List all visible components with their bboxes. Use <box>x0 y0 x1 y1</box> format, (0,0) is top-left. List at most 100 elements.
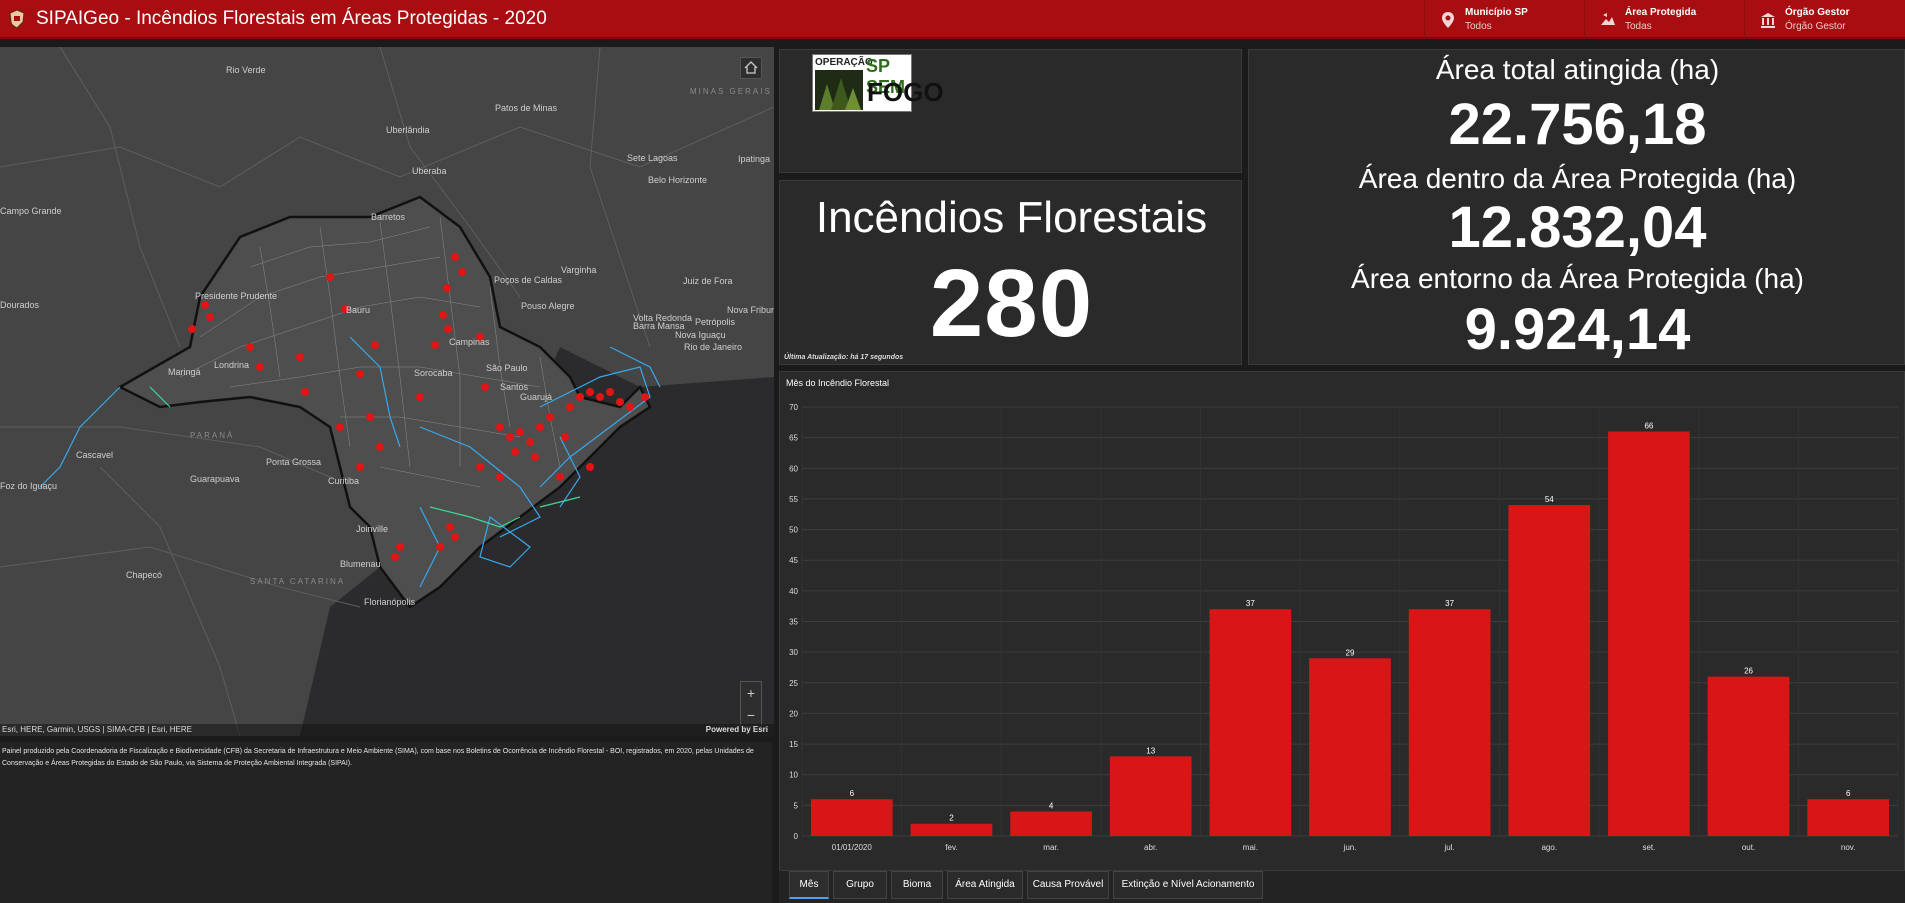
tab-extincao[interactable]: Extinção e Nível Acionamento <box>1113 871 1263 899</box>
last-update: Última Atualização: há 17 segundos <box>784 354 904 361</box>
city-label: Rio Verde <box>226 65 266 75</box>
x-tick-label: out. <box>1742 843 1755 852</box>
filter-area-protegida[interactable]: Área Protegida Todas <box>1584 0 1744 39</box>
month-chart-panel: Mês do Incêndio Florestal 0 5 10 15 20 25 30 35… <box>779 371 1905 871</box>
total-area-value: 22.756,18 <box>1448 92 1707 157</box>
city-label: Varginha <box>561 265 597 275</box>
tab-causa-provavel[interactable]: Causa Provável <box>1027 871 1109 899</box>
city-label: Uberlândia <box>386 125 430 135</box>
city-label: Guarujá <box>520 392 553 402</box>
state-label: SANTA CATARINA <box>250 577 346 586</box>
filter-orgao-gestor[interactable]: Órgão Gestor Órgão Gestor <box>1744 0 1905 39</box>
total-area-label: Área total atingida (ha) <box>1435 54 1720 85</box>
bar[interactable] <box>810 799 893 836</box>
sp-coat-of-arms-icon <box>9 9 25 29</box>
bar[interactable] <box>1209 609 1292 836</box>
map-description: Painel produzido pela Coordenadoria de F… <box>0 742 772 903</box>
city-label: Bauru <box>346 305 371 315</box>
fires-count: 280 <box>929 250 1094 357</box>
app-title: SIPAIGeo - Incêndios Florestais em Áreas… <box>36 8 547 29</box>
data-label: 13 <box>1146 746 1155 755</box>
y-tick-label: 50 <box>789 526 798 535</box>
y-tick-label: 20 <box>789 709 798 718</box>
attribution-text: Esri, HERE, Garmin, USGS | SIMA-CFB | Es… <box>2 725 192 734</box>
data-label: 37 <box>1246 599 1255 608</box>
data-label: 6 <box>850 789 855 798</box>
y-tick-label: 65 <box>789 434 798 443</box>
y-tick-label: 70 <box>789 403 798 412</box>
y-tick-label: 55 <box>789 495 798 504</box>
city-label: Santos <box>500 382 529 392</box>
x-tick-label: ago. <box>1541 843 1557 852</box>
city-label: Dourados <box>0 300 40 310</box>
data-label: 54 <box>1545 495 1554 504</box>
city-label: Maringá <box>168 367 201 377</box>
fires-indicator: Incêndios Florestais 280 Última Atualiza… <box>779 180 1242 365</box>
data-label: 29 <box>1346 648 1355 657</box>
city-label: Presidente Prudente <box>195 291 278 301</box>
city-label: Uberaba <box>412 166 447 176</box>
tab-bioma[interactable]: Bioma <box>891 871 943 899</box>
x-tick-label: mar. <box>1043 843 1059 852</box>
city-label: Barretos <box>371 212 406 222</box>
city-label: Campo Grande <box>0 206 62 216</box>
city-label: Londrina <box>214 360 250 370</box>
app-header: SIPAIGeo - Incêndios Florestais em Áreas… <box>0 0 1905 39</box>
filter-municipio[interactable]: Município SP Todos <box>1424 0 1584 39</box>
filter-label: Órgão Gestor <box>1785 7 1850 18</box>
building-icon <box>1761 13 1775 28</box>
bar[interactable] <box>1010 811 1092 836</box>
bar[interactable] <box>1508 505 1591 836</box>
tab-grupo[interactable]: Grupo <box>833 871 887 899</box>
bar[interactable] <box>1408 609 1491 836</box>
city-label: Sorocaba <box>414 368 453 378</box>
city-label: Juiz de Fora <box>683 276 733 286</box>
fire-map[interactable]: Rio Verde Uberlândia Patos de Minas Uber… <box>0 47 774 736</box>
chart-tabs: Mês Grupo Bioma Área Atingida Causa Prov… <box>779 871 1905 903</box>
city-label: Pouso Alegre <box>521 301 575 311</box>
x-tick-label: 01/01/2020 <box>832 843 873 852</box>
state-label: MINAS GERAIS <box>690 87 772 96</box>
zoom-in-button[interactable]: + <box>741 682 761 704</box>
data-label: 66 <box>1644 422 1653 431</box>
zoom-control[interactable]: + − <box>740 681 762 727</box>
y-tick-label: 15 <box>789 740 798 749</box>
city-label: Guarapuava <box>190 474 240 484</box>
bar[interactable] <box>1109 756 1192 836</box>
city-label: Campinas <box>449 337 490 347</box>
powered-by-esri[interactable]: Powered by Esri <box>706 725 768 734</box>
city-label: Foz do Iguaçu <box>0 481 58 491</box>
around-area-value: 9.924,14 <box>1464 297 1691 362</box>
filter-label: Município SP <box>1465 7 1528 18</box>
city-label: Petrópolis <box>695 317 736 327</box>
city-label: Joinville <box>356 524 389 534</box>
zoom-out-button[interactable]: − <box>741 704 761 726</box>
x-tick-label: fev. <box>945 843 957 852</box>
data-label: 37 <box>1445 599 1454 608</box>
bar[interactable] <box>1807 799 1890 836</box>
bar[interactable] <box>910 823 993 836</box>
home-icon <box>744 61 758 74</box>
state-label: PARANÁ <box>190 431 235 440</box>
city-label: São Paulo <box>486 363 528 373</box>
filter-value: Órgão Gestor <box>1785 21 1846 32</box>
city-label: Nova Friburgo <box>727 305 774 315</box>
tab-mes[interactable]: Mês <box>789 871 829 899</box>
x-tick-label: abr. <box>1144 843 1157 852</box>
home-button[interactable] <box>740 57 762 79</box>
month-bar-chart[interactable]: 0 5 10 15 20 25 30 35 40 45 50 55 60 65 70 6 01/01/2020 2… <box>780 372 1904 870</box>
x-tick-label: jun. <box>1343 843 1357 852</box>
tab-area-atingida[interactable]: Área Atingida <box>947 871 1023 899</box>
x-tick-label: nov. <box>1841 843 1856 852</box>
x-tick-label: jul. <box>1444 843 1455 852</box>
city-label: Ponta Grossa <box>266 457 322 467</box>
bar[interactable] <box>1309 658 1391 836</box>
bar[interactable] <box>1707 676 1790 836</box>
city-label: Blumenau <box>340 559 381 569</box>
city-label: Poços de Caldas <box>494 275 563 285</box>
bar[interactable] <box>1608 431 1690 836</box>
sp-sem-fogo-logo: OPERAÇÃO SP SEM FOGO <box>812 54 944 112</box>
city-label: Sete Lagoas <box>627 153 678 163</box>
map-canvas[interactable] <box>0 47 774 736</box>
inside-area-value: 12.832,04 <box>1448 195 1707 260</box>
